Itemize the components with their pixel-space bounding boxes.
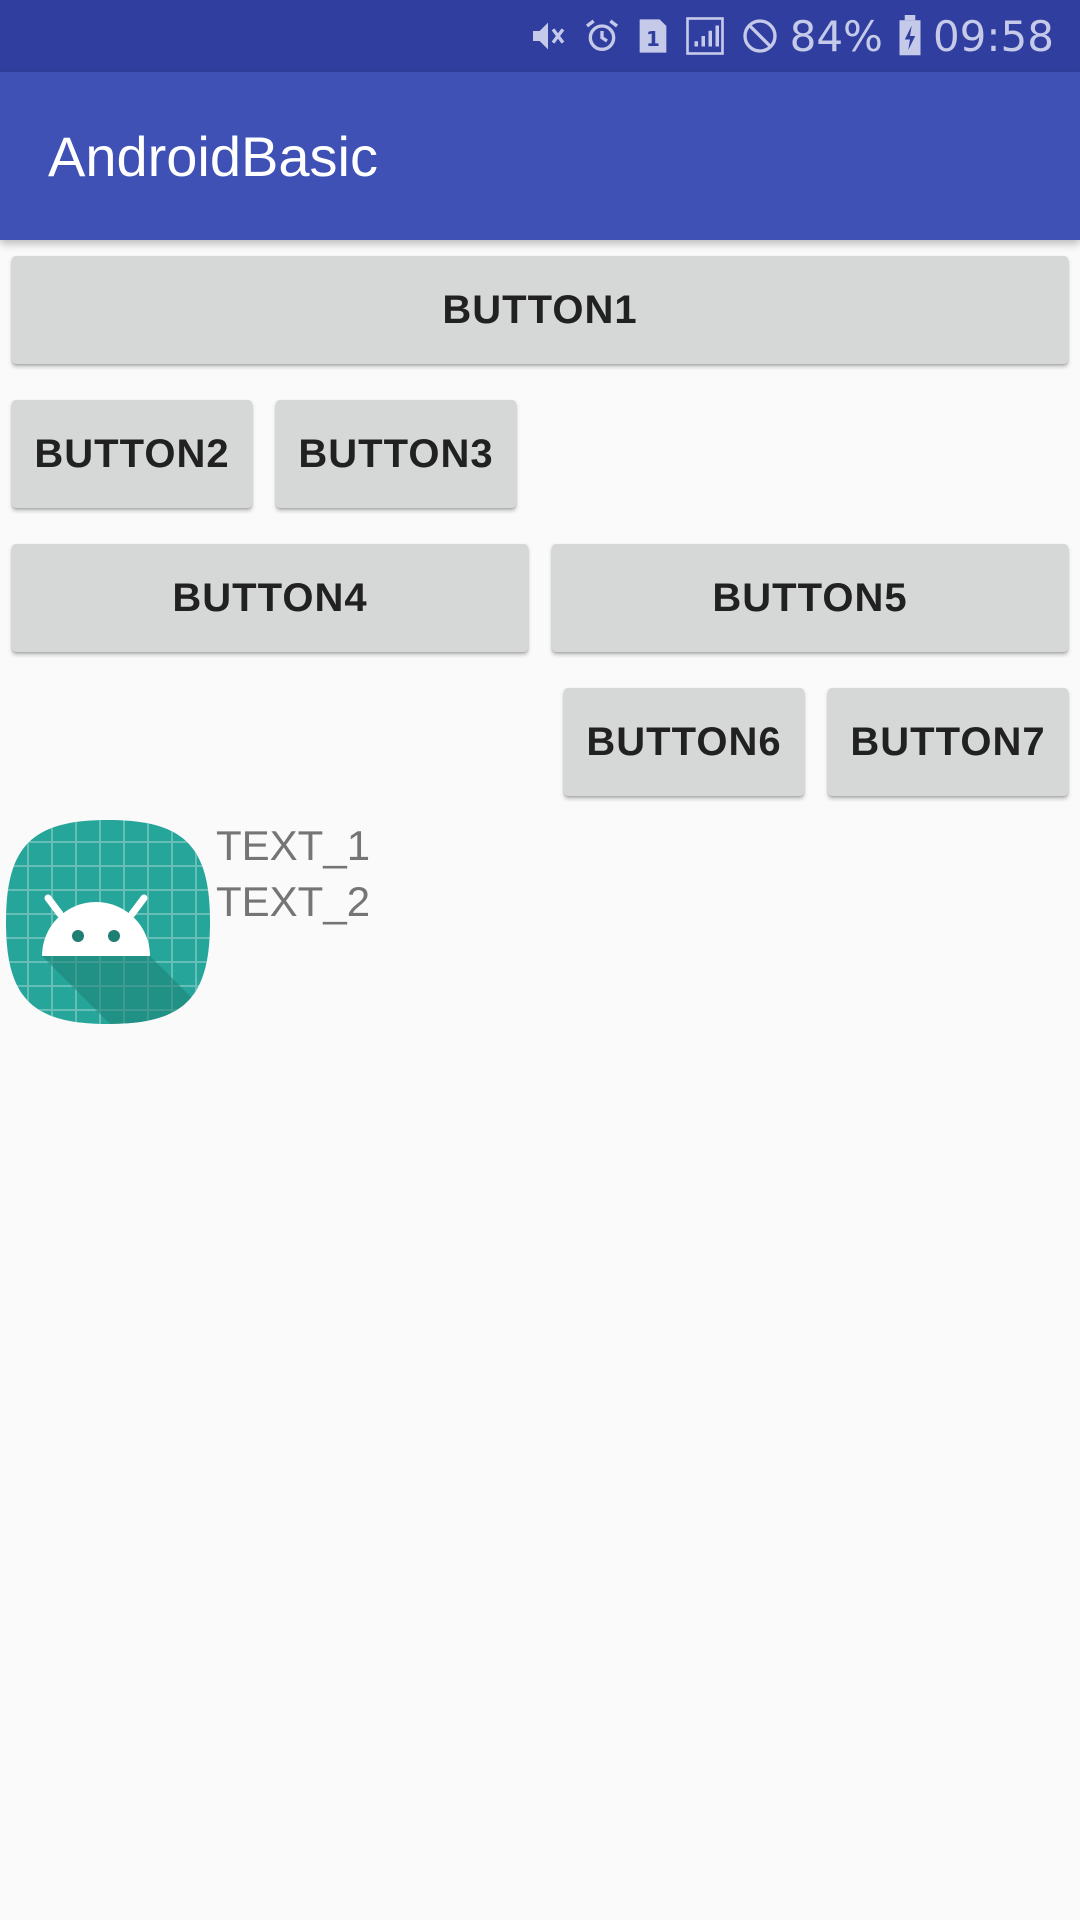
app-bar: AndroidBasic (0, 72, 1080, 240)
button4[interactable]: BUTTON4 (12, 544, 528, 652)
app-title: AndroidBasic (48, 124, 378, 188)
battery-charging-icon (897, 14, 923, 58)
no-service-icon (740, 14, 780, 58)
text-2: TEXT_2 (216, 878, 371, 925)
battery-percent: 84% (789, 11, 883, 61)
button2[interactable]: BUTTON2 (12, 400, 252, 508)
status-bar: 1 84% 09:58 (0, 0, 1080, 72)
sim-slot-label: 1 (646, 27, 660, 51)
alarm-icon (582, 14, 622, 58)
button5[interactable]: BUTTON5 (552, 544, 1068, 652)
signal-icon (684, 14, 726, 58)
text-1: TEXT_1 (216, 822, 371, 869)
mute-icon (528, 14, 568, 58)
clock: 09:58 (932, 11, 1054, 61)
android-launcher-icon (4, 818, 212, 1026)
button6[interactable]: BUTTON6 (564, 688, 804, 796)
button7[interactable]: BUTTON7 (828, 688, 1068, 796)
button1[interactable]: BUTTON1 (12, 256, 1068, 364)
button3[interactable]: BUTTON3 (276, 400, 516, 508)
sim-icon: 1 (636, 14, 670, 58)
